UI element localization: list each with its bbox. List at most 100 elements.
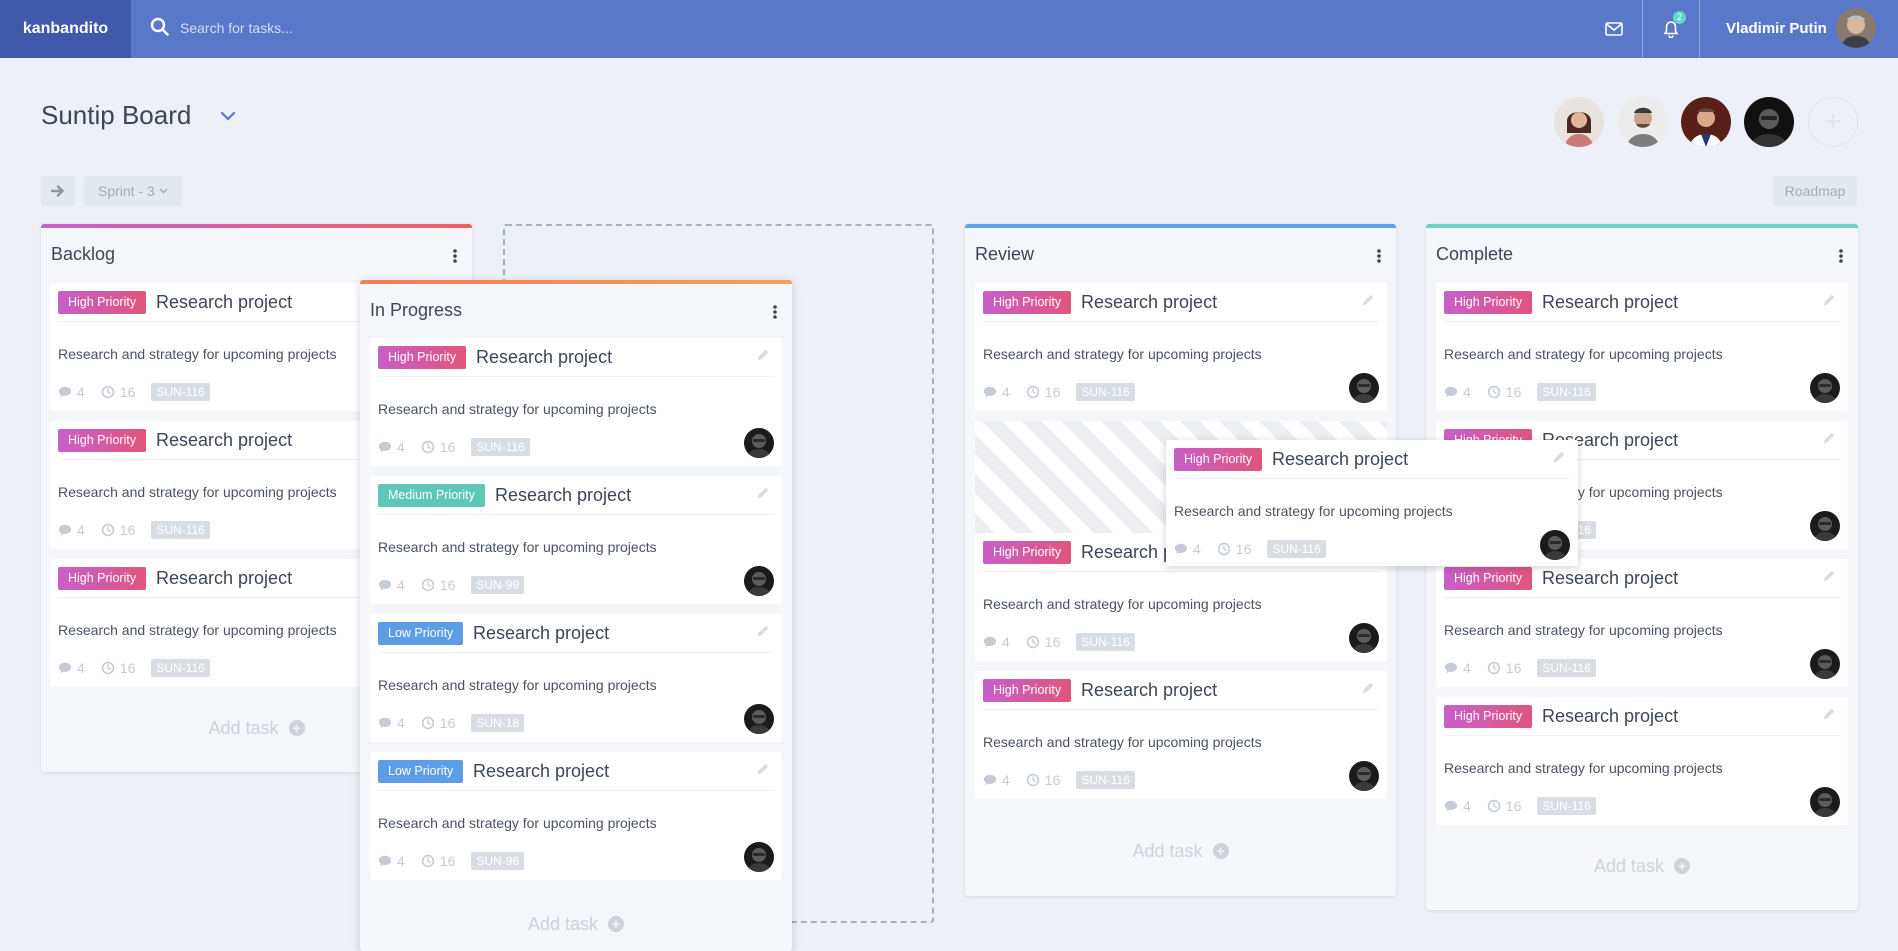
task-card[interactable]: High Priority Research project Research an… (975, 283, 1387, 411)
task-card[interactable]: Medium Priority Research project Research … (370, 476, 782, 604)
task-card[interactable]: High Priority Research project Research an… (1436, 697, 1848, 825)
comments-count[interactable]: 4 (378, 439, 405, 455)
more-vertical-icon[interactable] (448, 248, 462, 264)
task-code[interactable]: SUN-116 (1537, 383, 1596, 401)
task-card[interactable]: High Priority Research project Research an… (370, 338, 782, 466)
assignee-avatar[interactable] (1349, 373, 1379, 403)
add-task-button[interactable]: Add task + (965, 841, 1396, 862)
assignee-avatar[interactable] (744, 566, 774, 596)
add-task-button[interactable]: Add task + (1426, 856, 1858, 877)
add-member-button[interactable]: + (1808, 97, 1858, 147)
pencil-icon[interactable] (1361, 293, 1375, 307)
task-card[interactable]: High Priority Research project Research an… (1166, 440, 1578, 566)
card-title[interactable]: Research project (1081, 291, 1217, 313)
task-card[interactable]: Low Priority Research project Research and… (370, 614, 782, 742)
task-code[interactable]: SUN-116 (1076, 771, 1135, 789)
toggle-sidebar-button[interactable] (41, 176, 75, 206)
task-code[interactable]: SUN-99 (471, 576, 525, 594)
comments-count[interactable]: 4 (58, 660, 85, 676)
assignee-avatar[interactable] (744, 842, 774, 872)
pencil-icon[interactable] (1822, 293, 1836, 307)
task-code[interactable]: SUN-116 (1537, 797, 1596, 815)
task-code[interactable]: SUN-116 (151, 521, 210, 539)
card-title[interactable]: Research project (156, 567, 292, 589)
task-code[interactable]: SUN-96 (471, 852, 525, 870)
card-title[interactable]: Research project (476, 346, 612, 368)
comments-count[interactable]: 4 (983, 384, 1010, 400)
pencil-icon[interactable] (756, 348, 770, 362)
card-title[interactable]: Research project (1081, 679, 1217, 701)
task-code[interactable]: SUN-116 (471, 438, 530, 456)
assignee-avatar[interactable] (1810, 373, 1840, 403)
task-code[interactable]: SUN-116 (151, 383, 210, 401)
comments-count[interactable]: 4 (58, 384, 85, 400)
assignee-avatar[interactable] (1810, 787, 1840, 817)
comments-count[interactable]: 4 (1444, 798, 1471, 814)
member-avatar[interactable] (1554, 97, 1604, 147)
column-in-progress[interactable]: In Progress Add task + High Priority Resea… (360, 280, 792, 951)
assignee-avatar[interactable] (1810, 649, 1840, 679)
member-avatar[interactable] (1744, 97, 1794, 147)
comments-count[interactable]: 4 (378, 715, 405, 731)
pencil-icon[interactable] (1822, 431, 1836, 445)
comments-count[interactable]: 4 (1444, 660, 1471, 676)
assignee-avatar[interactable] (1349, 761, 1379, 791)
card-title[interactable]: Research project (1272, 448, 1408, 470)
task-card[interactable]: Low Priority Research project Research and… (370, 752, 782, 880)
roadmap-button[interactable]: Roadmap (1773, 176, 1857, 206)
sprint-select[interactable]: Sprint - 3 (84, 176, 182, 206)
clock-icon (421, 440, 435, 454)
task-card[interactable]: High Priority Research project Research an… (1436, 283, 1848, 411)
notifications-button[interactable]: 2 (1643, 0, 1699, 58)
comments-count[interactable]: 4 (1444, 384, 1471, 400)
card-title[interactable]: Research project (156, 429, 292, 451)
search-input[interactable] (180, 14, 680, 42)
assignee-avatar[interactable] (744, 704, 774, 734)
task-code[interactable]: SUN-116 (1076, 383, 1135, 401)
card-title[interactable]: Research project (495, 484, 631, 506)
card-title[interactable]: Research project (1542, 567, 1678, 589)
task-code[interactable]: SUN-116 (1537, 659, 1596, 677)
task-code[interactable]: SUN-116 (1267, 540, 1326, 558)
more-vertical-icon[interactable] (1372, 248, 1386, 264)
comments-count[interactable]: 4 (983, 772, 1010, 788)
card-title[interactable]: Research project (1542, 291, 1678, 313)
pencil-icon[interactable] (1361, 681, 1375, 695)
task-card[interactable]: High Priority Research project Research an… (1436, 559, 1848, 687)
pencil-icon[interactable] (1822, 707, 1836, 721)
pencil-icon[interactable] (1552, 450, 1566, 464)
assignee-avatar[interactable] (1540, 530, 1570, 560)
card-title[interactable]: Research project (473, 622, 609, 644)
comments-count[interactable]: 4 (983, 634, 1010, 650)
pencil-icon[interactable] (1822, 569, 1836, 583)
more-vertical-icon[interactable] (768, 304, 782, 320)
more-vertical-icon[interactable] (1834, 248, 1848, 264)
user-name[interactable]: Vladimir Putin (1726, 0, 1827, 58)
messages-button[interactable] (1586, 0, 1642, 58)
priority-badge: High Priority (983, 291, 1072, 314)
assignee-avatar[interactable] (1810, 511, 1840, 541)
comments-count[interactable]: 4 (58, 522, 85, 538)
comments-count[interactable]: 4 (378, 577, 405, 593)
comment-icon (983, 385, 997, 399)
card-title[interactable]: Research project (473, 760, 609, 782)
task-card[interactable]: High Priority Research project Research an… (975, 671, 1387, 799)
assignee-avatar[interactable] (1349, 623, 1379, 653)
task-code[interactable]: SUN-116 (151, 659, 210, 677)
task-code[interactable]: SUN-116 (1076, 633, 1135, 651)
user-avatar[interactable] (1836, 8, 1876, 48)
card-title[interactable]: Research project (156, 291, 292, 313)
chevron-down-icon[interactable] (218, 108, 238, 124)
brand-logo[interactable]: kanbandito (0, 0, 131, 58)
add-task-button[interactable]: Add task + (360, 914, 792, 935)
pencil-icon[interactable] (756, 624, 770, 638)
pencil-icon[interactable] (756, 486, 770, 500)
comments-count[interactable]: 4 (378, 853, 405, 869)
member-avatar[interactable] (1681, 97, 1731, 147)
card-title[interactable]: Research project (1542, 705, 1678, 727)
task-code[interactable]: SUN-18 (471, 714, 525, 732)
pencil-icon[interactable] (756, 762, 770, 776)
comments-count[interactable]: 4 (1174, 541, 1201, 557)
assignee-avatar[interactable] (744, 428, 774, 458)
member-avatar[interactable] (1618, 97, 1668, 147)
